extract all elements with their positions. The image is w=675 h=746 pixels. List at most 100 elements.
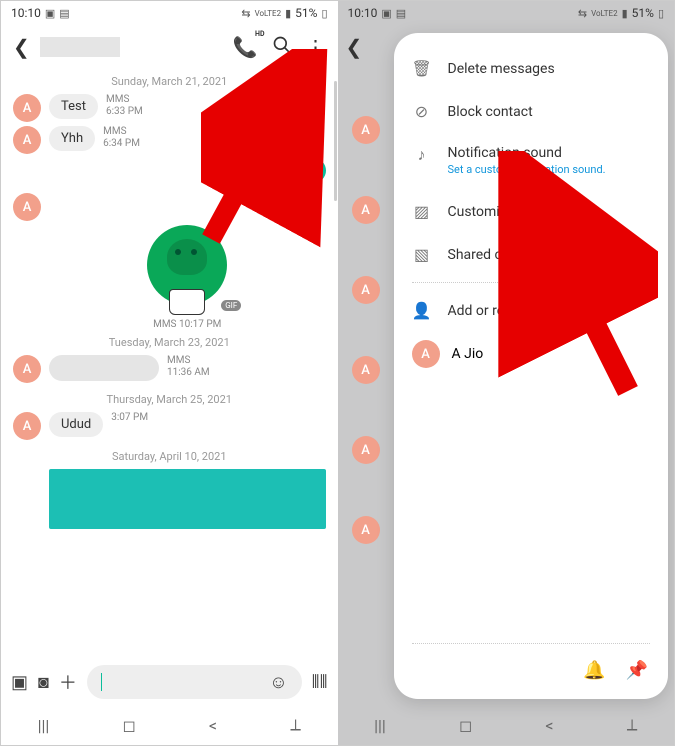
avatar[interactable]: A bbox=[13, 126, 41, 154]
avatar[interactable]: A bbox=[13, 94, 41, 122]
call-icon[interactable]: 📞HD bbox=[229, 31, 262, 63]
gallery-icon[interactable]: ▣ bbox=[11, 672, 28, 693]
android-navbar: ||| ◻ < ⟂ bbox=[338, 705, 675, 745]
block-icon: ⊘ bbox=[412, 102, 432, 121]
gallery-icon: ▧ bbox=[412, 245, 432, 264]
recents-button[interactable]: ||| bbox=[38, 716, 50, 735]
battery-icon: ▯ bbox=[658, 7, 664, 20]
conversation-menu-panel: 🗑 Delete messages ⊘ Block contact ♪ Noti… bbox=[394, 33, 669, 699]
battery-icon: ▯ bbox=[321, 7, 327, 20]
menu-item-customize[interactable]: ▨ Customize c xxxxxx m bbox=[394, 190, 669, 233]
voice-icon[interactable]: ⦀⦀ bbox=[312, 672, 328, 693]
avatar[interactable]: A bbox=[412, 340, 440, 368]
message-row[interactable]: A Yhh MMS 6:34 PM bbox=[13, 126, 326, 154]
signal-icon: ▮ bbox=[622, 7, 628, 20]
menu-sublabel: Set a custom notification sound. bbox=[448, 163, 606, 176]
message-bubble[interactable]: Yhh bbox=[49, 126, 95, 151]
avatar: A bbox=[352, 276, 380, 304]
more-icon[interactable]: ⋮ bbox=[302, 31, 330, 63]
person-icon: 👤 bbox=[412, 301, 432, 320]
date-divider: Tuesday, March 23, 2021 bbox=[13, 330, 326, 355]
menu-item-delete[interactable]: 🗑 Delete messages bbox=[394, 47, 669, 90]
back-icon[interactable]: ❮ bbox=[346, 35, 363, 59]
accessibility-button[interactable]: ⟂ bbox=[290, 715, 301, 735]
date-divider: Sunday, March 21, 2021 bbox=[13, 69, 326, 94]
gif-message[interactable]: GIF MMS 10:17 PM bbox=[49, 225, 326, 330]
status-bar: 10:10 ▣ ▤ ⇆ VoLTE2 ▮ 51% ▯ bbox=[338, 1, 675, 25]
background-avatars: A A A A A A bbox=[352, 116, 380, 544]
home-button[interactable]: ◻ bbox=[122, 716, 135, 735]
panel-footer: 🔔 📌 bbox=[394, 650, 669, 685]
media-redacted[interactable] bbox=[49, 469, 326, 529]
input-bar: ▣ ◙ ＋ ☺ ⦀⦀ bbox=[1, 659, 338, 705]
wifi-icon: ⇆ bbox=[241, 7, 250, 20]
gif-image[interactable]: GIF bbox=[147, 225, 227, 305]
avatar[interactable]: A bbox=[13, 355, 41, 383]
message-row[interactable]: A Udud 3:07 PM bbox=[13, 412, 326, 440]
message-bubble[interactable]: Udud bbox=[49, 412, 103, 437]
phone-left-chat: 10:10 ▣ ▤ ⇆ VoLTE2 ▮ 51% ▯ ❮ 📞HD ⋮ Sunda… bbox=[1, 1, 338, 745]
volte-label: VoLTE2 bbox=[255, 9, 282, 18]
phone-right-menu: 10:10 ▣ ▤ ⇆ VoLTE2 ▮ 51% ▯ ❮ A A A A A A… bbox=[338, 1, 675, 745]
battery-pct: 51% bbox=[632, 6, 654, 20]
status-icon: ▤ bbox=[396, 7, 406, 20]
status-icon: ▣ bbox=[381, 7, 391, 20]
search-icon[interactable] bbox=[268, 31, 296, 64]
menu-item-shared-content[interactable]: ▧ Shared content 1 bbox=[394, 233, 669, 276]
volte-label: VoLTE2 bbox=[591, 9, 618, 18]
status-icon: ▤ bbox=[59, 7, 69, 20]
message-row[interactable]: A Test MMS 6:33 PM bbox=[13, 94, 326, 122]
bell-icon[interactable]: 🔔 bbox=[583, 660, 605, 681]
music-note-icon: ♪ bbox=[412, 145, 432, 165]
sticker-icon[interactable]: ☺ bbox=[269, 672, 287, 693]
back-button[interactable]: < bbox=[545, 716, 553, 735]
message-input[interactable]: ☺ bbox=[87, 665, 302, 699]
status-bar: 10:10 ▣ ▤ ⇆ VoLTE2 ▮ 51% ▯ bbox=[1, 1, 338, 25]
gif-badge: GIF bbox=[221, 300, 241, 311]
camera-icon[interactable]: ◙ bbox=[38, 672, 49, 693]
contact-name-redacted[interactable] bbox=[40, 37, 120, 57]
accessibility-button[interactable]: ⟂ bbox=[627, 715, 638, 735]
message-bubble[interactable]: Test bbox=[49, 94, 98, 119]
message-row[interactable]: A bbox=[13, 193, 326, 221]
avatar: A bbox=[352, 436, 380, 464]
contact-name: A Jio bbox=[452, 346, 484, 362]
scrollbar[interactable] bbox=[334, 81, 337, 201]
message-meta: MMS 10:17 PM bbox=[153, 319, 221, 330]
back-button[interactable]: < bbox=[209, 716, 217, 735]
avatar: A bbox=[352, 196, 380, 224]
avatar: A bbox=[352, 356, 380, 384]
back-icon[interactable]: ❮ bbox=[9, 31, 34, 63]
message-bubble[interactable]: Hey bbox=[279, 158, 325, 183]
menu-item-add-remove[interactable]: 👤 Add or remove people bbox=[394, 289, 669, 332]
android-navbar: ||| ◻ < ⟂ bbox=[1, 705, 338, 745]
menu-item-notification-sound[interactable]: ♪ Notification sound Set a custom notifi… bbox=[394, 133, 669, 190]
pin-icon[interactable]: 📌 bbox=[626, 660, 648, 681]
date-divider: Saturday, April 10, 2021 bbox=[13, 444, 326, 469]
message-row-outgoing[interactable]: MMS 10:17 PM Hey bbox=[13, 158, 326, 183]
avatar[interactable]: A bbox=[13, 412, 41, 440]
divider bbox=[412, 282, 651, 283]
image-icon: ▨ bbox=[412, 202, 432, 221]
menu-item-block[interactable]: ⊘ Block contact bbox=[394, 90, 669, 133]
avatar: A bbox=[352, 516, 380, 544]
avatar: A bbox=[352, 116, 380, 144]
recents-button[interactable]: ||| bbox=[374, 716, 386, 735]
divider bbox=[412, 643, 651, 644]
message-redacted[interactable] bbox=[49, 355, 159, 381]
status-time: 10:10 bbox=[11, 6, 41, 20]
signal-icon: ▮ bbox=[285, 7, 291, 20]
message-row[interactable]: A MMS 11:36 AM bbox=[13, 355, 326, 383]
contact-row[interactable]: A A Jio bbox=[394, 332, 669, 376]
shared-count: 1 bbox=[643, 248, 650, 262]
plus-icon[interactable]: ＋ bbox=[59, 669, 77, 695]
battery-pct: 51% bbox=[295, 6, 317, 20]
avatar[interactable]: A bbox=[13, 193, 41, 221]
home-button[interactable]: ◻ bbox=[459, 716, 472, 735]
status-time: 10:10 bbox=[348, 6, 378, 20]
chat-body[interactable]: Sunday, March 21, 2021 A Test MMS 6:33 P… bbox=[1, 69, 338, 659]
trash-icon: 🗑 bbox=[412, 59, 432, 78]
date-divider: Thursday, March 25, 2021 bbox=[13, 387, 326, 412]
chat-header: ❮ 📞HD ⋮ bbox=[1, 25, 338, 69]
wifi-icon: ⇆ bbox=[578, 7, 587, 20]
